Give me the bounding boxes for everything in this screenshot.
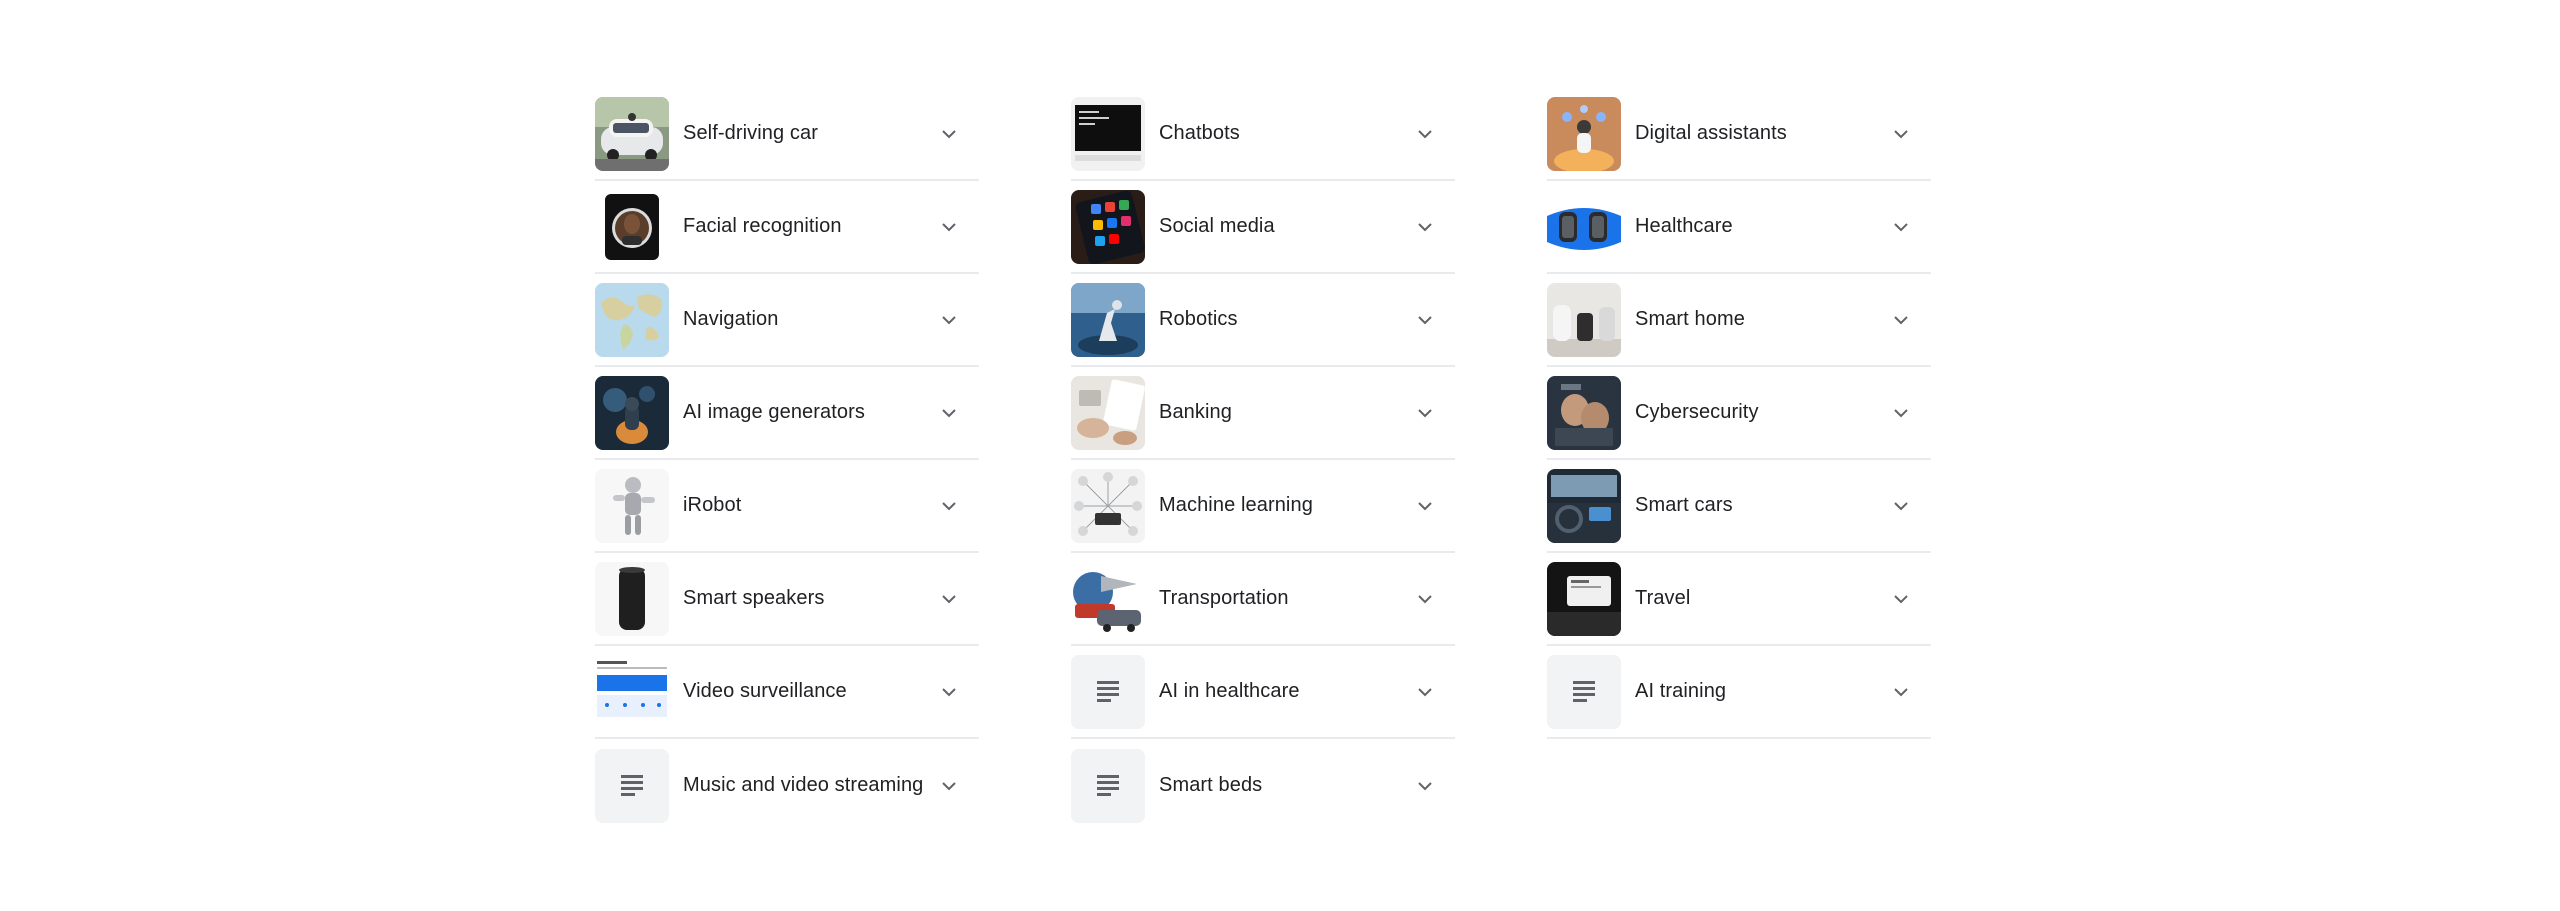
document-icon: [595, 748, 669, 823]
chevron-down-icon[interactable]: [1405, 766, 1445, 806]
accordion-item-social-media[interactable]: Social media: [1071, 181, 1455, 274]
accordion-label: Cybersecurity: [1635, 401, 1759, 423]
chevron-down-icon[interactable]: [1881, 486, 1921, 526]
network-diagram-thumbnail: [1071, 468, 1145, 543]
accordion-item-smart-speakers[interactable]: Smart speakers: [595, 553, 979, 646]
chevron-down-icon[interactable]: [929, 207, 969, 247]
document-icon: [1071, 748, 1145, 823]
accordion-label: Self-driving car: [683, 122, 818, 144]
accordion-item-machine-learning[interactable]: Machine learning: [1071, 460, 1455, 553]
accordion-item-transportation[interactable]: Transportation: [1071, 553, 1455, 646]
chevron-down-icon[interactable]: [1881, 114, 1921, 154]
car-interior-thumbnail: [1547, 468, 1621, 543]
accordion-label: Digital assistants: [1635, 122, 1787, 144]
accordion-item-chatbots[interactable]: Chatbots: [1071, 88, 1455, 181]
chevron-down-icon[interactable]: [1881, 207, 1921, 247]
car-display-thumbnail: [1547, 561, 1621, 636]
topics-column-3: Digital assistants Healthcare Smart home…: [1547, 88, 1931, 832]
document-icon: [1071, 654, 1145, 729]
accordion-label: Machine learning: [1159, 494, 1313, 516]
smart-home-devices-thumbnail: [1547, 282, 1621, 357]
chevron-down-icon[interactable]: [1881, 672, 1921, 712]
accordion-item-ai-image-generators[interactable]: AI image generators: [595, 367, 979, 460]
topics-column-2: Chatbots Social media Robotics Banking M…: [1071, 88, 1455, 832]
face-thumbnail: [595, 189, 669, 264]
accordion-label: Healthcare: [1635, 215, 1733, 237]
chevron-down-icon[interactable]: [1881, 300, 1921, 340]
accordion-item-digital-assistants[interactable]: Digital assistants: [1547, 88, 1931, 181]
accordion-label: AI in healthcare: [1159, 680, 1300, 702]
dashboard-thumbnail: [595, 654, 669, 729]
accordion-item-banking[interactable]: Banking: [1071, 367, 1455, 460]
accordion-item-music-and-video-streaming[interactable]: Music and video streaming: [595, 739, 979, 832]
chevron-down-icon[interactable]: [929, 393, 969, 433]
accordion-item-navigation[interactable]: Navigation: [595, 274, 979, 367]
chevron-down-icon[interactable]: [1405, 300, 1445, 340]
accordion-item-travel[interactable]: Travel: [1547, 553, 1931, 646]
accordion-item-robotics[interactable]: Robotics: [1071, 274, 1455, 367]
robot-arm-thumbnail: [1071, 282, 1145, 357]
topics-grid: Self-driving car Facial recognition Navi…: [595, 88, 1931, 832]
accordion-label: Social media: [1159, 215, 1275, 237]
accordion-item-smart-beds[interactable]: Smart beds: [1071, 739, 1455, 832]
chevron-down-icon[interactable]: [929, 766, 969, 806]
accordion-item-cybersecurity[interactable]: Cybersecurity: [1547, 367, 1931, 460]
accordion-item-irobot[interactable]: iRobot: [595, 460, 979, 553]
chevron-down-icon[interactable]: [1405, 114, 1445, 154]
accordion-label: iRobot: [683, 494, 742, 516]
chevron-down-icon[interactable]: [929, 486, 969, 526]
chevron-down-icon[interactable]: [1405, 393, 1445, 433]
accordion-label: Transportation: [1159, 587, 1289, 609]
accordion-label: Music and video streaming: [683, 774, 924, 796]
accordion-label: Robotics: [1159, 308, 1238, 330]
accordion-label: AI training: [1635, 680, 1727, 702]
accordion-label: Smart speakers: [683, 587, 825, 609]
accordion-item-facial-recognition[interactable]: Facial recognition: [595, 181, 979, 274]
accordion-item-ai-in-healthcare[interactable]: AI in healthcare: [1071, 646, 1455, 739]
chevron-down-icon[interactable]: [929, 579, 969, 619]
accordion-label: AI image generators: [683, 401, 865, 423]
accordion-label: Travel: [1635, 587, 1691, 609]
assistant-illustration-thumbnail: [1547, 96, 1621, 171]
accordion-item-smart-cars[interactable]: Smart cars: [1547, 460, 1931, 553]
car-thumbnail: [595, 96, 669, 171]
accordion-label: Banking: [1159, 401, 1232, 423]
topics-column-1: Self-driving car Facial recognition Navi…: [595, 88, 979, 832]
transport-collage-thumbnail: [1071, 561, 1145, 636]
accordion-label: Facial recognition: [683, 215, 842, 237]
chevron-down-icon[interactable]: [929, 114, 969, 154]
speaker-thumbnail: [595, 561, 669, 636]
accordion-item-video-surveillance[interactable]: Video surveillance: [595, 646, 979, 739]
chevron-down-icon[interactable]: [1405, 207, 1445, 247]
chevron-down-icon[interactable]: [929, 672, 969, 712]
accordion-label: Navigation: [683, 308, 779, 330]
chevron-down-icon[interactable]: [1405, 672, 1445, 712]
accordion-label: Smart cars: [1635, 494, 1733, 516]
phone-apps-thumbnail: [1071, 189, 1145, 264]
chevron-down-icon[interactable]: [1405, 579, 1445, 619]
chevron-down-icon[interactable]: [929, 300, 969, 340]
accordion-label: Smart home: [1635, 308, 1745, 330]
chevron-down-icon[interactable]: [1881, 579, 1921, 619]
accordion-item-ai-training[interactable]: AI training: [1547, 646, 1931, 739]
accordion-label: Smart beds: [1159, 774, 1263, 796]
accordion-label: Video surveillance: [683, 680, 847, 702]
robot-thumbnail: [595, 468, 669, 543]
accordion-item-smart-home[interactable]: Smart home: [1547, 274, 1931, 367]
chevron-down-icon[interactable]: [1405, 486, 1445, 526]
banking-thumbnail: [1071, 375, 1145, 450]
chevron-down-icon[interactable]: [1881, 393, 1921, 433]
accordion-item-healthcare[interactable]: Healthcare: [1547, 181, 1931, 274]
terminal-thumbnail: [1071, 96, 1145, 171]
accordion-item-self-driving-car[interactable]: Self-driving car: [595, 88, 979, 181]
accordion-label: Chatbots: [1159, 122, 1240, 144]
ai-art-thumbnail: [595, 375, 669, 450]
smartwatch-thumbnail: [1547, 189, 1621, 264]
map-thumbnail: [595, 282, 669, 357]
document-icon: [1547, 654, 1621, 729]
cybersecurity-thumbnail: [1547, 375, 1621, 450]
